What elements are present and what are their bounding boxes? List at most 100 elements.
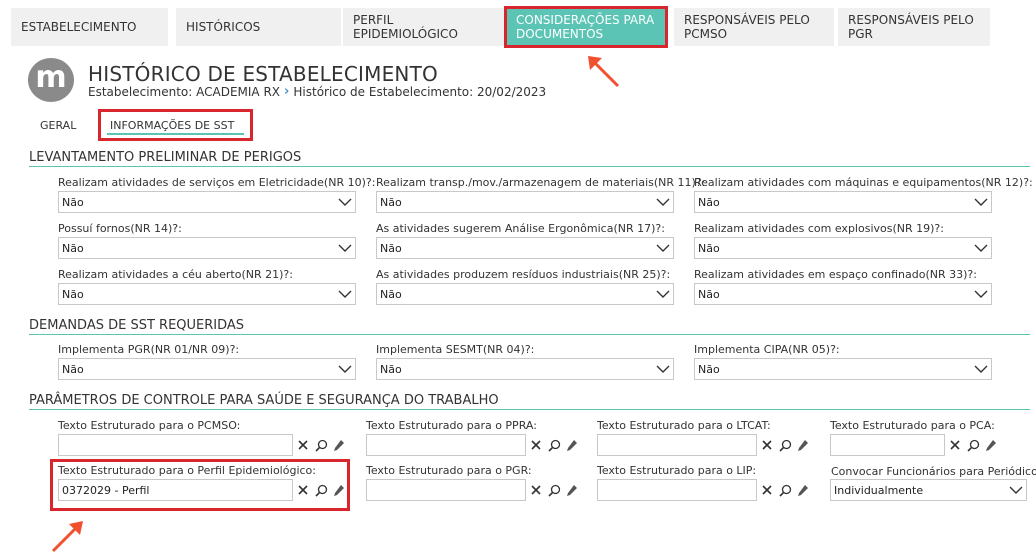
convocar-select[interactable]: Individualmente: [830, 479, 1027, 501]
input-tools: [947, 434, 999, 456]
yes-no-select[interactable]: Não: [58, 283, 356, 305]
breadcrumb-estabelecimento[interactable]: Estabelecimento: ACADEMIA RX: [88, 85, 280, 99]
chevron-down-icon[interactable]: [653, 192, 673, 212]
tab-estabelecimento[interactable]: ESTABELECIMENTO: [11, 8, 168, 46]
input-tools: [528, 434, 580, 456]
chevron-down-icon[interactable]: [653, 284, 673, 304]
structured-text-input[interactable]: [58, 434, 293, 456]
edit-icon[interactable]: [564, 482, 580, 498]
field-label: Texto Estruturado para o PCA:: [830, 419, 995, 432]
yes-no-select[interactable]: Não: [376, 191, 674, 213]
field-label: Possuí fornos(NR 14)?:: [58, 222, 182, 235]
yes-no-select[interactable]: Não: [694, 237, 992, 259]
subtab-label: GERAL: [40, 118, 77, 132]
search-icon[interactable]: [965, 437, 981, 453]
chevron-down-icon[interactable]: [971, 192, 991, 212]
section-title-demandas: DEMANDAS DE SST REQUERIDAS: [29, 318, 245, 333]
field-label: Implementa SESMT(NR 04)?:: [376, 343, 535, 356]
yes-no-select[interactable]: Não: [376, 237, 674, 259]
chevron-down-icon[interactable]: [653, 238, 673, 258]
search-icon[interactable]: [777, 437, 793, 453]
edit-icon[interactable]: [983, 437, 999, 453]
tab-perfil-epidemiologico[interactable]: PERFIL EPIDEMIOLÓGICO: [343, 8, 504, 46]
chevron-down-icon[interactable]: [335, 192, 355, 212]
active-tab-underline: [107, 133, 244, 135]
input-tools: [295, 434, 347, 456]
section-divider: [29, 334, 1030, 335]
tab-label: HISTÓRICOS: [186, 20, 261, 34]
input-tools: [759, 479, 811, 501]
field-label: Texto Estruturado para o PCMSO:: [58, 419, 241, 432]
chevron-down-icon[interactable]: [1006, 480, 1026, 500]
field-label: As atividades produzem resíduos industri…: [376, 268, 671, 281]
yes-no-select[interactable]: Não: [694, 191, 992, 213]
yes-no-select[interactable]: Não: [694, 358, 992, 380]
annotation-arrow-icon: [51, 521, 83, 553]
structured-text-input[interactable]: [830, 434, 945, 456]
select-value: Não: [62, 241, 84, 255]
yes-no-select[interactable]: Não: [58, 237, 356, 259]
clear-icon[interactable]: [759, 437, 775, 453]
field-label: Texto Estruturado para o LIP:: [597, 464, 757, 477]
yes-no-select[interactable]: Não: [58, 358, 356, 380]
tab-label: DOCUMENTOS: [516, 27, 604, 41]
tab-historicos[interactable]: HISTÓRICOS: [176, 8, 341, 46]
yes-no-select[interactable]: Não: [694, 283, 992, 305]
search-icon[interactable]: [313, 437, 329, 453]
chevron-down-icon[interactable]: [335, 284, 355, 304]
edit-icon[interactable]: [331, 437, 347, 453]
structured-text-input[interactable]: [366, 434, 526, 456]
clear-icon[interactable]: [528, 437, 544, 453]
tab-label: RESPONSÁVEIS PELO: [848, 13, 974, 27]
yes-no-select[interactable]: Não: [376, 358, 674, 380]
subtab-informacoes-sst[interactable]: INFORMAÇÕES DE SST: [98, 109, 253, 141]
tab-responsaveis-pcmso[interactable]: RESPONSÁVEIS PELO PCMSO: [674, 8, 834, 46]
select-value: Não: [62, 195, 84, 209]
edit-icon[interactable]: [795, 437, 811, 453]
tab-consideracoes-documentos[interactable]: CONSIDERAÇÕES PARA DOCUMENTOS: [504, 6, 668, 48]
section-divider: [29, 409, 1030, 410]
chevron-down-icon[interactable]: [971, 359, 991, 379]
search-icon[interactable]: [777, 482, 793, 498]
clear-icon[interactable]: [295, 437, 311, 453]
structured-text-input[interactable]: [597, 479, 757, 501]
yes-no-select[interactable]: Não: [58, 191, 356, 213]
yes-no-select[interactable]: Não: [376, 283, 674, 305]
input-tools: [759, 434, 811, 456]
field-label: Realizam atividades em espaço confinado(…: [694, 268, 977, 281]
chevron-down-icon[interactable]: [335, 359, 355, 379]
chevron-down-icon[interactable]: [653, 359, 673, 379]
chevron-down-icon[interactable]: [971, 284, 991, 304]
tab-label: PCMSO: [684, 27, 728, 41]
clear-icon[interactable]: [947, 437, 963, 453]
chevron-down-icon[interactable]: [335, 238, 355, 258]
highlight-box: [50, 459, 350, 511]
select-value: Não: [698, 195, 720, 209]
select-value: Não: [698, 362, 720, 376]
subtab-label: INFORMAÇÕES DE SST: [110, 118, 235, 132]
search-icon[interactable]: [546, 482, 562, 498]
field-label: Texto Estruturado para o PGR:: [366, 464, 532, 477]
select-value: Não: [380, 287, 402, 301]
field-label: Realizam atividades a céu aberto(NR 21)?…: [58, 268, 293, 281]
chevron-down-icon[interactable]: [971, 238, 991, 258]
search-icon[interactable]: [546, 437, 562, 453]
field-label: Realizam atividades de serviços em Eletr…: [58, 176, 376, 189]
edit-icon[interactable]: [795, 482, 811, 498]
field-label: Realizam transp./mov./armazenagem de mat…: [376, 176, 706, 189]
edit-icon[interactable]: [564, 437, 580, 453]
select-value: Individualmente: [834, 483, 924, 497]
tab-label: PGR: [848, 27, 873, 41]
clear-icon[interactable]: [759, 482, 775, 498]
tab-label: ESTABELECIMENTO: [21, 20, 137, 34]
structured-text-input[interactable]: [366, 479, 526, 501]
tab-label: EPIDEMIOLÓGICO: [353, 27, 458, 41]
structured-text-input[interactable]: [597, 434, 757, 456]
select-value: Não: [698, 241, 720, 255]
subtab-geral[interactable]: GERAL: [40, 109, 76, 141]
app-logo: m: [28, 58, 74, 102]
select-value: Não: [380, 241, 402, 255]
clear-icon[interactable]: [528, 482, 544, 498]
tab-responsaveis-pgr[interactable]: RESPONSÁVEIS PELO PGR: [838, 8, 990, 46]
select-value: Não: [380, 362, 402, 376]
